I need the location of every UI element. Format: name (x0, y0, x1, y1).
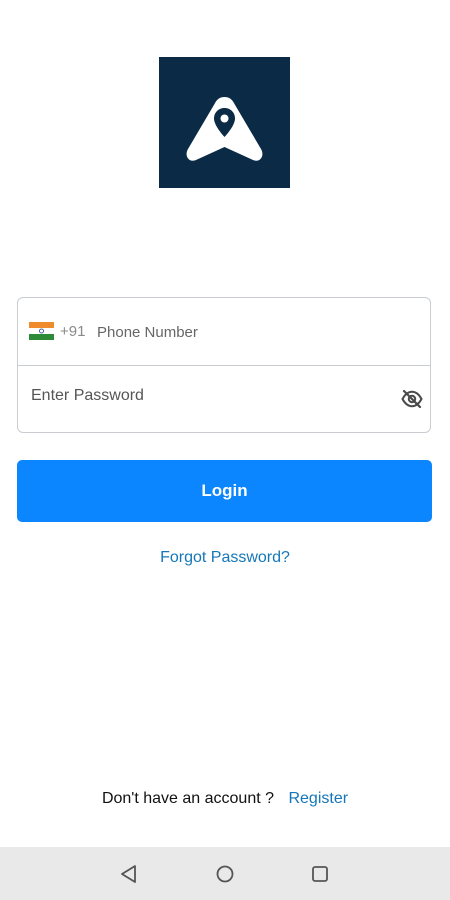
login-button[interactable]: Login (17, 460, 432, 522)
register-prompt-line: Don't have an account ? Register (0, 789, 450, 809)
country-code[interactable]: +91 (60, 323, 85, 341)
login-form: +91 (17, 297, 431, 433)
phone-field-row: +91 (18, 298, 430, 366)
phone-number-input[interactable] (97, 320, 417, 344)
square-recents-icon[interactable] (309, 863, 331, 885)
circle-home-icon[interactable] (214, 863, 236, 885)
system-navigation-bar (0, 847, 450, 900)
india-flag-icon (29, 322, 54, 340)
register-prompt-text: Don't have an account ? (101, 790, 275, 807)
eye-off-icon[interactable] (401, 390, 423, 408)
password-input[interactable] (31, 384, 381, 408)
app-logo (159, 57, 290, 188)
forgot-password-link[interactable]: Forgot Password? (0, 548, 450, 568)
login-screen: +91 Login Forgot Password? Don't have an… (0, 0, 450, 900)
register-link[interactable]: Register (288, 790, 348, 807)
triangle-back-icon[interactable] (118, 863, 140, 885)
password-field-row (18, 366, 430, 432)
location-pin-arrow-logo-icon (159, 57, 290, 188)
